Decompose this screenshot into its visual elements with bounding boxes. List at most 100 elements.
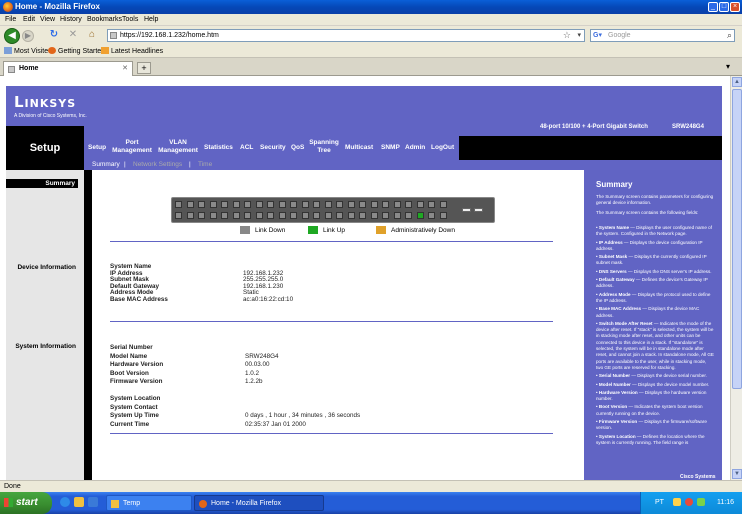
switch-port[interactable] xyxy=(393,212,401,219)
switch-port[interactable] xyxy=(347,201,355,208)
subnav-summary[interactable]: Summary xyxy=(92,161,120,168)
switch-port[interactable] xyxy=(244,201,251,208)
minimize-button[interactable]: _ xyxy=(708,2,718,12)
switch-port[interactable] xyxy=(382,201,389,208)
switch-port[interactable] xyxy=(290,201,297,208)
switch-port[interactable] xyxy=(267,201,274,208)
switch-port[interactable] xyxy=(393,201,401,208)
bookmark-getting-started[interactable]: Getting Started xyxy=(48,47,105,55)
task-firefox[interactable]: Home - Mozilla Firefox xyxy=(194,495,324,511)
switch-port[interactable] xyxy=(370,201,378,208)
switch-port[interactable] xyxy=(278,212,286,219)
google-icon[interactable]: G▾ xyxy=(593,31,603,40)
switch-port[interactable] xyxy=(198,201,205,208)
nav-acl[interactable]: ACL xyxy=(240,144,253,152)
folder-quicklaunch-icon[interactable] xyxy=(74,497,84,507)
switch-port[interactable] xyxy=(278,201,286,208)
switch-port[interactable] xyxy=(186,212,194,219)
switch-port[interactable] xyxy=(359,212,366,219)
switch-port[interactable] xyxy=(301,201,309,208)
home-icon[interactable]: ⌂ xyxy=(86,29,98,41)
switch-port[interactable] xyxy=(382,212,389,219)
switch-port[interactable] xyxy=(439,201,447,208)
switch-port[interactable] xyxy=(359,201,366,208)
subnav-network-settings[interactable]: Network Settings xyxy=(133,161,182,168)
tray-icon[interactable] xyxy=(697,498,705,506)
desktop-quicklaunch-icon[interactable] xyxy=(88,497,98,507)
menu-edit[interactable]: Edit xyxy=(23,16,35,23)
menu-view[interactable]: View xyxy=(40,16,55,23)
menu-file[interactable]: File xyxy=(5,16,16,23)
switch-port[interactable] xyxy=(416,212,424,219)
forward-button[interactable]: ▶ xyxy=(22,30,34,42)
list-tabs-icon[interactable]: ▾ xyxy=(726,62,730,71)
menu-history[interactable]: History xyxy=(60,16,82,23)
nav-logout[interactable]: LogOut xyxy=(431,144,454,152)
search-bar[interactable]: G▾ Google ⌕ xyxy=(590,29,735,42)
task-temp[interactable]: Temp xyxy=(106,495,192,511)
switch-port[interactable] xyxy=(405,212,412,219)
switch-port[interactable] xyxy=(439,212,447,219)
switch-port[interactable] xyxy=(290,212,297,219)
switch-port[interactable] xyxy=(209,201,217,208)
bookmark-most-visited[interactable]: Most Visited xyxy=(4,47,52,55)
switch-port[interactable] xyxy=(428,201,435,208)
menu-tools[interactable]: Tools xyxy=(122,16,138,23)
switch-port[interactable] xyxy=(198,212,205,219)
language-indicator[interactable]: PT xyxy=(655,499,664,506)
search-icon[interactable]: ⌕ xyxy=(727,30,732,41)
switch-port[interactable] xyxy=(324,212,332,219)
switch-port[interactable] xyxy=(336,212,343,219)
reload-icon[interactable]: ↻ xyxy=(48,29,60,41)
switch-port[interactable] xyxy=(232,201,240,208)
stop-icon[interactable]: ✕ xyxy=(67,29,79,41)
switch-port[interactable] xyxy=(175,212,182,219)
gigabit-port[interactable] xyxy=(462,208,471,212)
scroll-thumb[interactable] xyxy=(732,89,742,389)
scroll-up-icon[interactable]: ▲ xyxy=(732,77,742,87)
switch-port[interactable] xyxy=(175,201,182,208)
tab-home[interactable]: Home ✕ xyxy=(3,61,133,76)
maximize-button[interactable]: □ xyxy=(719,2,729,12)
subnav-time[interactable]: Time xyxy=(198,161,212,168)
switch-port[interactable] xyxy=(428,212,435,219)
back-button[interactable]: ◀ xyxy=(4,28,20,44)
gigabit-port[interactable] xyxy=(474,208,483,212)
address-bar[interactable]: https://192.168.1.232/home.htm ☆ ▾ xyxy=(107,29,585,42)
switch-port[interactable] xyxy=(186,201,194,208)
tray-icon[interactable] xyxy=(673,498,681,506)
vertical-scrollbar[interactable]: ▲ ▼ xyxy=(730,76,742,480)
new-tab-button[interactable]: + xyxy=(137,62,151,74)
switch-port[interactable] xyxy=(336,201,343,208)
switch-port[interactable] xyxy=(416,201,424,208)
nav-statistics[interactable]: Statistics xyxy=(204,144,233,152)
menu-bookmarks[interactable]: Bookmarks xyxy=(87,16,122,23)
start-button[interactable]: start xyxy=(0,492,52,514)
bookmark-latest-headlines[interactable]: Latest Headlines xyxy=(101,47,163,55)
switch-port[interactable] xyxy=(232,212,240,219)
scroll-down-icon[interactable]: ▼ xyxy=(732,469,742,479)
switch-port[interactable] xyxy=(405,201,412,208)
switch-port[interactable] xyxy=(255,201,263,208)
switch-port[interactable] xyxy=(301,212,309,219)
nav-spanning-tree[interactable]: Spanning Tree xyxy=(308,139,340,155)
switch-port[interactable] xyxy=(324,201,332,208)
switch-port[interactable] xyxy=(313,212,320,219)
ie-quicklaunch-icon[interactable] xyxy=(60,497,70,507)
switch-port[interactable] xyxy=(313,201,320,208)
nav-snmp[interactable]: SNMP xyxy=(381,144,400,152)
tab-close-icon[interactable]: ✕ xyxy=(122,64,128,72)
switch-port[interactable] xyxy=(267,212,274,219)
nav-admin[interactable]: Admin xyxy=(405,144,425,152)
address-dropdown-icon[interactable]: ▾ xyxy=(577,31,581,39)
close-button[interactable]: × xyxy=(730,2,740,12)
nav-setup[interactable]: Setup xyxy=(88,144,106,152)
switch-port[interactable] xyxy=(347,212,355,219)
nav-vlan-management[interactable]: VLAN Management xyxy=(157,139,199,155)
switch-port[interactable] xyxy=(221,212,228,219)
switch-port[interactable] xyxy=(255,212,263,219)
switch-port[interactable] xyxy=(370,212,378,219)
nav-multicast[interactable]: Multicast xyxy=(345,144,373,152)
switch-port[interactable] xyxy=(244,212,251,219)
switch-port[interactable] xyxy=(221,201,228,208)
